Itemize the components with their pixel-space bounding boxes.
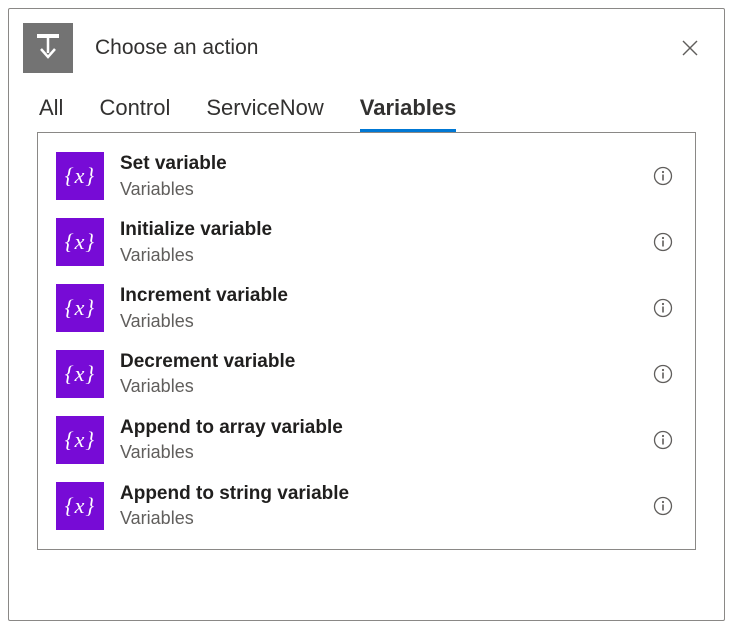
action-text: Append to string variableVariables (120, 481, 633, 531)
action-connector-label: Variables (120, 309, 633, 333)
action-connector-label: Variables (120, 177, 633, 201)
info-button[interactable] (649, 228, 677, 256)
action-connector-label: Variables (120, 506, 633, 530)
actions-list-container: {x}Set variableVariables{x}Initialize va… (37, 132, 696, 550)
info-icon (653, 496, 673, 516)
variables-connector-icon: {x} (56, 350, 104, 398)
header-icon (23, 23, 73, 73)
insert-step-icon (31, 31, 65, 65)
action-text: Increment variableVariables (120, 283, 633, 333)
tab-all[interactable]: All (39, 95, 63, 132)
info-button[interactable] (649, 294, 677, 322)
info-icon (653, 166, 673, 186)
variables-connector-icon: {x} (56, 218, 104, 266)
action-row[interactable]: {x} Initialize variableVariables (52, 209, 681, 275)
info-icon (653, 430, 673, 450)
tab-variables[interactable]: Variables (360, 95, 457, 132)
info-button[interactable] (649, 162, 677, 190)
info-icon (653, 298, 673, 318)
action-title: Append to array variable (120, 415, 633, 441)
info-button[interactable] (649, 492, 677, 520)
action-connector-label: Variables (120, 440, 633, 464)
action-text: Initialize variableVariables (120, 217, 633, 267)
variables-connector-icon: {x} (56, 284, 104, 332)
choose-action-panel: Choose an action All Control ServiceNow Var… (8, 8, 725, 621)
action-title: Increment variable (120, 283, 633, 309)
action-row[interactable]: {x} Append to array variableVariables (52, 407, 681, 473)
info-button[interactable] (649, 360, 677, 388)
action-title: Decrement variable (120, 349, 633, 375)
info-icon (653, 232, 673, 252)
close-button[interactable] (674, 32, 706, 64)
info-button[interactable] (649, 426, 677, 454)
actions-list: {x}Set variableVariables{x}Initialize va… (52, 143, 681, 539)
action-title: Append to string variable (120, 481, 633, 507)
action-text: Decrement variableVariables (120, 349, 633, 399)
close-icon (681, 39, 699, 57)
action-text: Set variableVariables (120, 151, 633, 201)
action-title: Initialize variable (120, 217, 633, 243)
tab-control[interactable]: Control (99, 95, 170, 132)
panel-header: Choose an action (9, 9, 724, 87)
variables-connector-icon: {x} (56, 482, 104, 530)
action-row[interactable]: {x} Decrement variableVariables (52, 341, 681, 407)
tabs-bar: All Control ServiceNow Variables (9, 87, 724, 132)
action-connector-label: Variables (120, 374, 633, 398)
tab-servicenow[interactable]: ServiceNow (206, 95, 323, 132)
info-icon (653, 364, 673, 384)
variables-connector-icon: {x} (56, 152, 104, 200)
action-text: Append to array variableVariables (120, 415, 633, 465)
action-row[interactable]: {x} Increment variableVariables (52, 275, 681, 341)
action-row[interactable]: {x} Append to string variableVariables (52, 473, 681, 539)
action-connector-label: Variables (120, 243, 633, 267)
variables-connector-icon: {x} (56, 416, 104, 464)
action-row[interactable]: {x} Set variableVariables (52, 143, 681, 209)
action-title: Set variable (120, 151, 633, 177)
panel-title: Choose an action (95, 36, 652, 60)
